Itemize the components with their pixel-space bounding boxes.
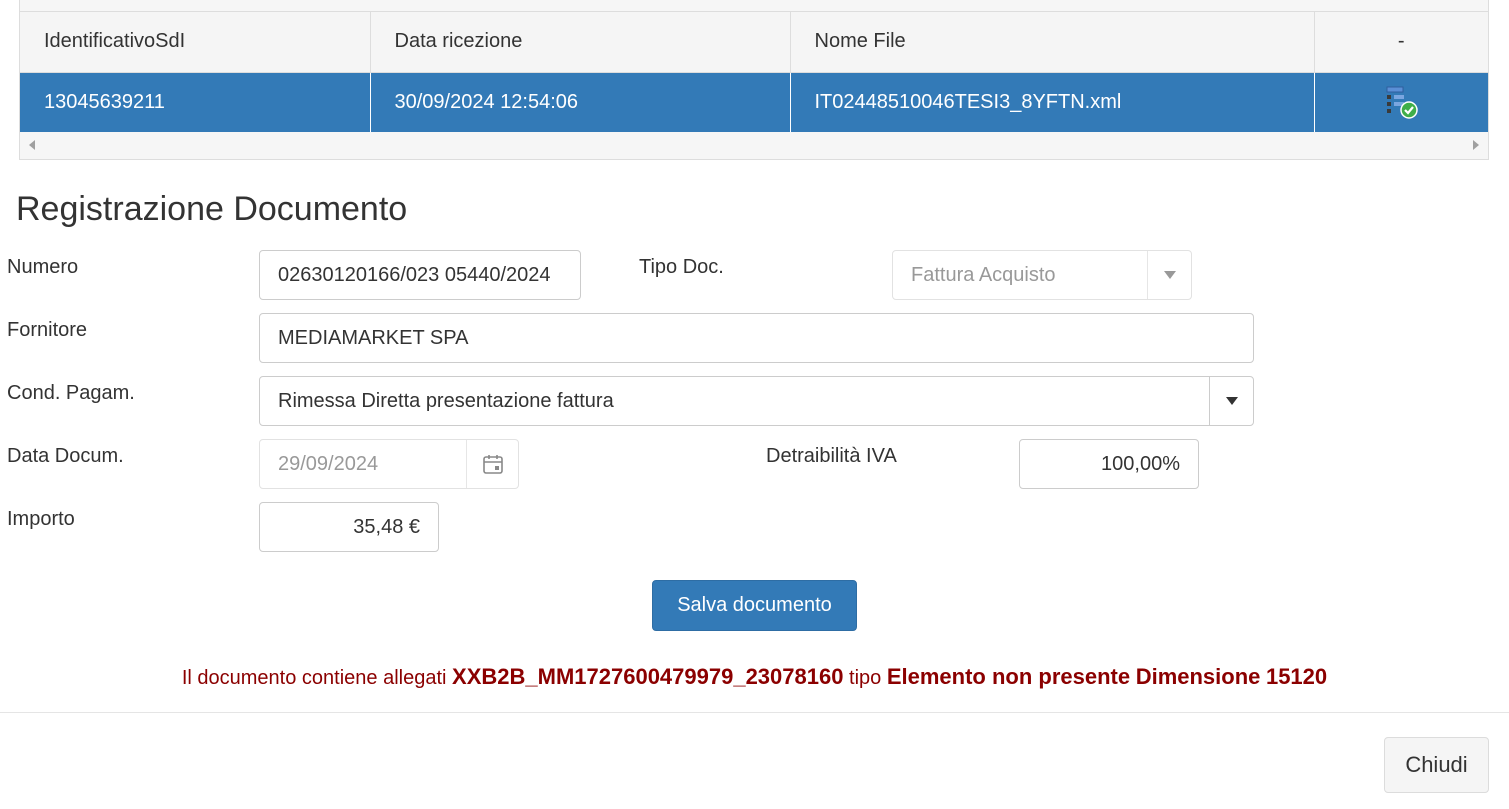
cell-data-ricezione: 30/09/2024 12:54:06 [370,72,791,132]
fornitore-label: Fornitore [7,319,88,341]
close-button[interactable]: Chiudi [1384,737,1489,793]
col-header-action[interactable]: - [1314,12,1488,73]
table-row[interactable]: 13045639211 30/09/2024 12:54:06 IT024485… [20,72,1488,132]
col-header-data-ricezione[interactable]: Data ricezione [370,12,791,73]
cond-pagam-select[interactable]: Rimessa Diretta presentazione fattura [259,376,1254,426]
detraibilita-label: Detraibilità IVA [766,445,897,467]
calendar-icon [482,455,503,474]
importo-input[interactable]: 35,48 € [259,502,439,552]
attachment-name: XXB2B_MM1727600479979_23078160 [452,664,844,689]
document-tree-check-icon[interactable] [1384,85,1418,119]
data-docum-input[interactable]: 29/09/2024 [259,439,519,489]
calendar-button[interactable] [466,440,518,488]
grid-top-strip [20,0,1488,12]
cell-action [1314,72,1488,132]
col-header-identificativo[interactable]: IdentificativoSdI [20,12,371,73]
attachment-size-value: 15120 [1265,664,1328,689]
data-docum-label: Data Docum. [7,445,124,467]
scroll-right-icon[interactable] [1473,140,1479,150]
save-document-button[interactable]: Salva documento [652,580,857,631]
table-header-row: IdentificativoSdI Data ricezione Nome Fi… [20,12,1488,73]
cond-pagam-label: Cond. Pagam. [7,382,135,404]
chevron-down-icon [1163,271,1176,279]
horizontal-scrollbar[interactable] [20,132,1488,158]
attachment-type-value: Elemento non presente [886,664,1131,689]
numero-input[interactable]: 02630120166/023 05440/2024 [259,250,581,300]
attachment-message: Il documento contiene allegati XXB2B_MM1… [0,664,1509,690]
attachment-type-label: tipo [849,667,882,689]
numero-label: Numero [7,256,79,278]
scroll-left-icon[interactable] [29,140,35,150]
chevron-down-icon [1225,397,1238,405]
importo-label: Importo [7,508,75,530]
tipo-doc-label: Tipo Doc. [639,256,724,278]
invoice-table: IdentificativoSdI Data ricezione Nome Fi… [20,12,1488,132]
page-title: Registrazione Documento [16,190,408,228]
cell-identificativo: 13045639211 [20,72,371,132]
fornitore-input[interactable]: MEDIAMARKET SPA [259,313,1254,363]
invoice-grid: IdentificativoSdI Data ricezione Nome Fi… [19,0,1489,160]
cond-pagam-value: Rimessa Diretta presentazione fattura [278,390,614,412]
attachment-size-label: Dimensione [1135,664,1261,689]
tipo-doc-select[interactable]: Fattura Acquisto [892,250,1192,300]
footer-divider [0,712,1509,713]
detraibilita-input[interactable]: 100,00% [1019,439,1199,489]
tipo-doc-value: Fattura Acquisto [911,264,1056,286]
data-docum-value: 29/09/2024 [278,453,379,475]
cond-pagam-dropdown-button[interactable] [1209,377,1253,425]
tipo-doc-dropdown-button[interactable] [1147,251,1191,299]
attachment-prefix: Il documento contiene allegati [181,667,447,689]
col-header-nome-file[interactable]: Nome File [790,12,1315,73]
cell-nome-file: IT02448510046TESI3_8YFTN.xml [790,72,1315,132]
